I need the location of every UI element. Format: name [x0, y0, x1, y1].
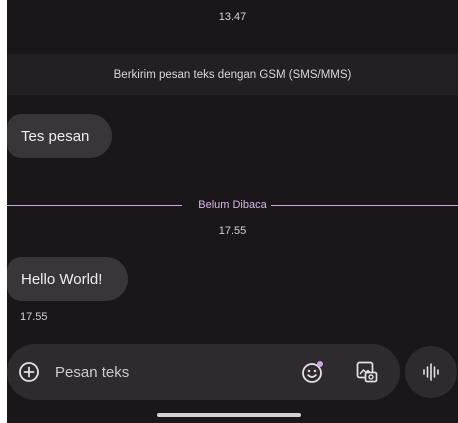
- message-bubble-received[interactable]: Tes pesan: [7, 114, 112, 158]
- add-circle-icon: [19, 362, 39, 382]
- gallery-button[interactable]: [353, 358, 381, 386]
- timestamp-top: 13.47: [218, 11, 247, 23]
- message-text: Tes pesan: [21, 127, 90, 145]
- home-indicator[interactable]: [157, 413, 301, 417]
- emoji-button[interactable]: [299, 358, 327, 386]
- compose-bar: [7, 344, 400, 400]
- conversation-screen: 13.47 Berkirim pesan teks dengan GSM (SM…: [7, 0, 458, 423]
- message-input[interactable]: [55, 362, 255, 382]
- gallery-icon: [356, 361, 378, 383]
- message-timestamp: 17.55: [20, 311, 48, 323]
- add-attachment-button[interactable]: [15, 358, 43, 386]
- unread-timestamp: 17.55: [218, 225, 247, 237]
- voice-record-button[interactable]: [405, 346, 457, 398]
- divider-line-right: [271, 205, 458, 206]
- unread-divider: Belum Dibaca: [7, 198, 458, 212]
- sms-banner-text: Berkirim pesan teks dengan GSM (SMS/MMS): [113, 68, 352, 81]
- emoji-icon: [302, 361, 323, 383]
- message-bubble-received[interactable]: Hello World!: [7, 257, 128, 301]
- sms-mode-banner: Berkirim pesan teks dengan GSM (SMS/MMS): [7, 54, 458, 95]
- message-text: Hello World!: [21, 270, 103, 288]
- voice-waveform-icon: [423, 363, 439, 381]
